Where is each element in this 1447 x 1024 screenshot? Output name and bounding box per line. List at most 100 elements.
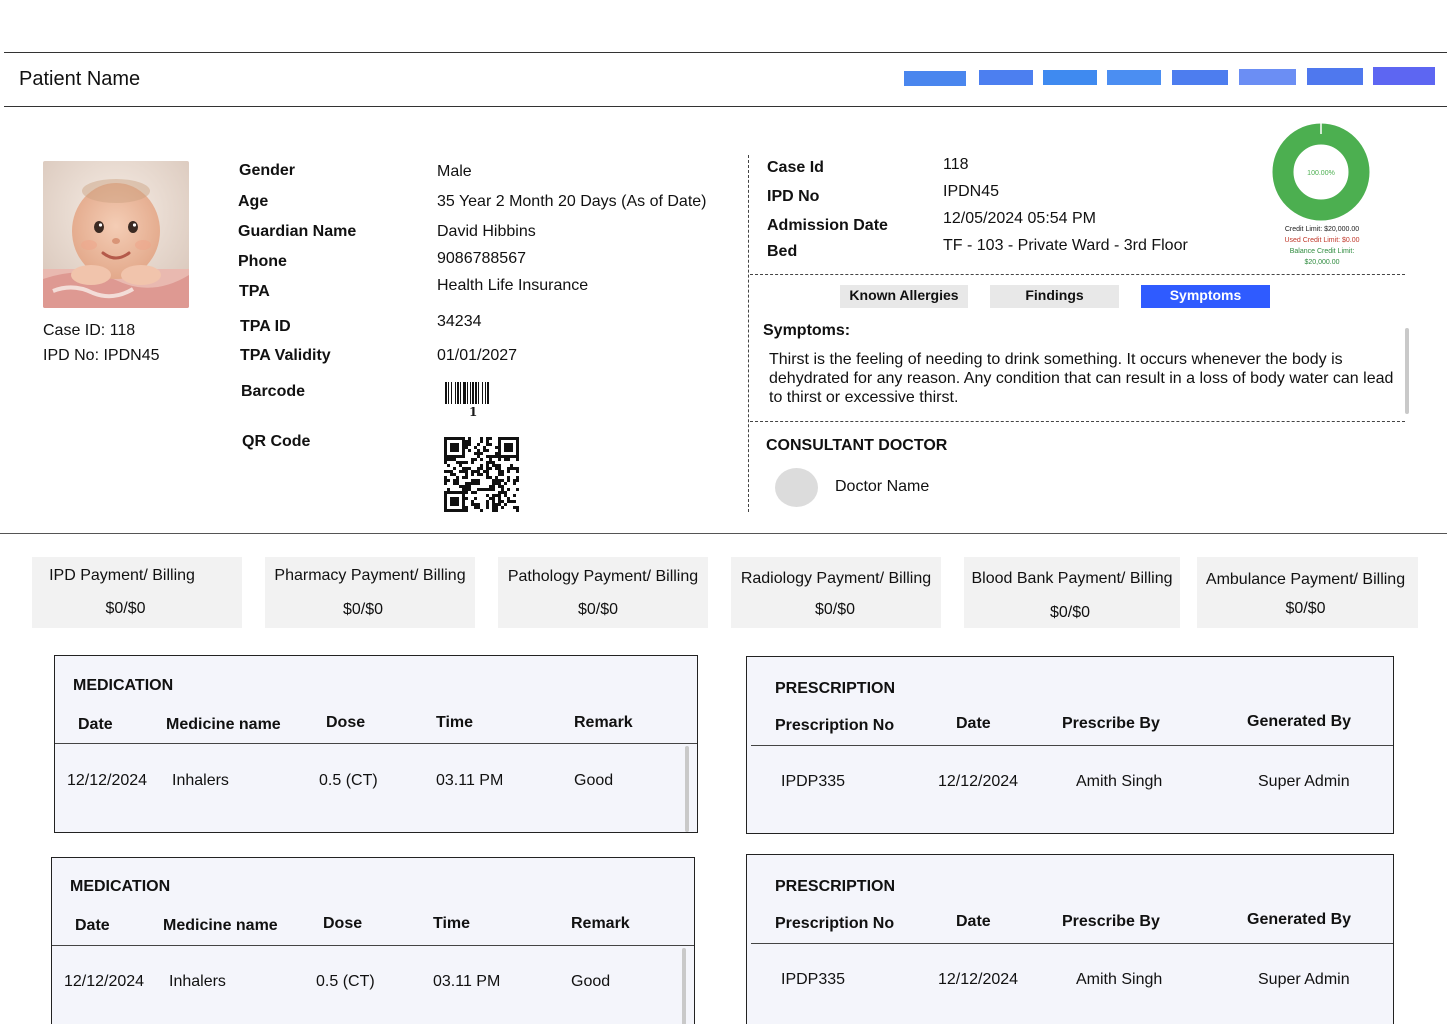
guardian-value: David Hibbins [437, 223, 536, 240]
cell-date: 12/12/2024 [64, 973, 145, 990]
billing-card-title: Pathology Payment/ Billing [507, 568, 699, 585]
billing-card-value: $0/$0 [814, 601, 856, 618]
tpa-id-value: 34234 [437, 313, 482, 330]
toolbar-button-5[interactable] [1172, 70, 1228, 85]
header-divider [751, 745, 1393, 746]
symptoms-text: Thirst is the feeling of needing to drin… [769, 351, 1394, 406]
col-header-prescribe-by: Prescribe By [1062, 715, 1160, 732]
phone-value: 9086788567 [437, 250, 526, 267]
billing-card-pharmacy[interactable]: Pharmacy Payment/ Billing $0/$0 [265, 557, 475, 628]
cell-generated-by: Super Admin [1258, 971, 1350, 988]
cell-time: 03.11 PM [436, 772, 504, 789]
billing-card-title: Pharmacy Payment/ Billing [274, 567, 466, 584]
col-header-generated-by: Generated By [1247, 911, 1352, 928]
age-label: Age [238, 193, 269, 210]
symptoms-scrollbar[interactable] [1405, 328, 1409, 414]
col-header-date: Date [956, 715, 991, 732]
medication-panel: MEDICATION Date Medicine name Dose Time … [51, 857, 695, 1024]
billing-card-value: $0/$0 [342, 601, 384, 618]
tpa-validity-value: 01/01/2027 [437, 347, 518, 364]
admission-date-label: Admission Date [767, 217, 888, 234]
cell-date: 12/12/2024 [938, 773, 1019, 790]
header-top-divider [4, 52, 1447, 53]
doctor-name[interactable]: Doctor Name [835, 478, 929, 496]
profile-ipd-no: IPD No: IPDN45 [43, 347, 160, 364]
section-bottom-divider [0, 533, 1447, 534]
prescription-title: PRESCRIPTION [775, 878, 896, 895]
qr-code-graphic [444, 437, 519, 512]
billing-card-value: $0/$0 [1285, 600, 1326, 617]
header-divider [52, 945, 694, 946]
phone-label: Phone [238, 253, 287, 270]
toolbar-button-6[interactable] [1239, 69, 1296, 85]
col-header-medicine-name: Medicine name [163, 917, 278, 934]
bed-label: Bed [767, 243, 798, 260]
billing-card-pathology[interactable]: Pathology Payment/ Billing $0/$0 [498, 557, 708, 628]
toolbar-button-2[interactable] [979, 70, 1033, 85]
toolbar-button-8[interactable] [1373, 67, 1435, 85]
toolbar-button-3[interactable] [1043, 70, 1097, 85]
balance-credit-label: Balance Credit Limit: [1289, 248, 1355, 255]
tpa-id-label: TPA ID [240, 318, 291, 335]
symptoms-heading: Symptoms: [763, 322, 851, 339]
billing-card-value: $0/$0 [577, 601, 619, 618]
qr-label: QR Code [242, 433, 311, 450]
credit-limit-widget: 100.00% Credit Limit: $20,000.00 Used Cr… [1267, 122, 1371, 270]
cell-prescription-no: IPDP335 [781, 971, 846, 988]
medication-title: MEDICATION [70, 878, 171, 895]
tpa-label: TPA [239, 283, 270, 300]
col-header-time: Time [433, 915, 471, 932]
credit-donut-chart: 100.00% [1272, 122, 1370, 221]
credit-percent: 100.00% [1307, 170, 1335, 177]
header-divider [751, 943, 1393, 944]
tpa-validity-label: TPA Validity [240, 347, 331, 364]
symptoms-divider [750, 421, 1405, 422]
tpa-value: Health Life Insurance [437, 277, 589, 294]
age-value: 35 Year 2 Month 20 Days (As of Date) [437, 193, 707, 210]
col-header-prescribe-by: Prescribe By [1062, 913, 1160, 930]
cell-medicine-name: Inhalers [169, 973, 226, 990]
tab-findings[interactable]: Findings [990, 285, 1119, 308]
col-header-prescription-no: Prescription No [775, 915, 895, 932]
col-header-date: Date [75, 917, 110, 934]
cell-time: 03.11 PM [433, 973, 501, 990]
tab-known-allergies[interactable]: Known Allergies [840, 285, 968, 308]
cell-remark: Good [574, 772, 614, 789]
toolbar-button-4[interactable] [1107, 70, 1161, 85]
bed-value: TF - 103 - Private Ward - 3rd Floor [943, 237, 1188, 254]
cell-prescribe-by: Amith Singh [1076, 773, 1163, 790]
case-info-divider [750, 274, 1405, 275]
medication-title: MEDICATION [73, 677, 174, 694]
cell-medicine-name: Inhalers [172, 772, 229, 789]
tab-symptoms[interactable]: Symptoms [1141, 285, 1270, 308]
billing-card-ambulance[interactable]: Ambulance Payment/ Billing $0/$0 [1197, 557, 1418, 628]
billing-card-title: Radiology Payment/ Billing [740, 570, 932, 587]
col-header-prescription-no: Prescription No [775, 717, 895, 734]
cell-prescribe-by: Amith Singh [1076, 971, 1163, 988]
admission-date-value: 12/05/2024 05:54 PM [943, 210, 1097, 227]
billing-card-value: $0/$0 [105, 600, 146, 617]
guardian-label: Guardian Name [238, 223, 357, 240]
table-scrollbar[interactable] [685, 746, 689, 832]
toolbar-button-7[interactable] [1307, 68, 1363, 85]
billing-card-radiology[interactable]: Radiology Payment/ Billing $0/$0 [731, 557, 941, 628]
col-header-dose: Dose [323, 915, 363, 932]
qr-code [444, 437, 520, 518]
barcode-label: Barcode [241, 383, 306, 400]
case-id-label: Case Id [767, 159, 824, 176]
billing-card-blood-bank[interactable]: Blood Bank Payment/ Billing $0/$0 [964, 557, 1180, 628]
toolbar-button-1[interactable] [904, 71, 966, 86]
prescription-title: PRESCRIPTION [775, 680, 896, 697]
header-divider [55, 743, 697, 744]
ipd-no-value: IPDN45 [943, 183, 1000, 200]
consultant-heading: CONSULTANT DOCTOR [766, 437, 948, 454]
billing-card-ipd[interactable]: IPD Payment/ Billing $0/$0 [32, 557, 242, 628]
patient-avatar [43, 161, 189, 308]
col-header-date: Date [78, 716, 113, 733]
table-scrollbar[interactable] [682, 948, 686, 1024]
cell-prescription-no: IPDP335 [781, 773, 846, 790]
cell-dose: 0.5 (CT) [319, 772, 378, 789]
cell-date: 12/12/2024 [938, 971, 1019, 988]
section-divider [748, 155, 749, 512]
cell-generated-by: Super Admin [1258, 773, 1350, 790]
